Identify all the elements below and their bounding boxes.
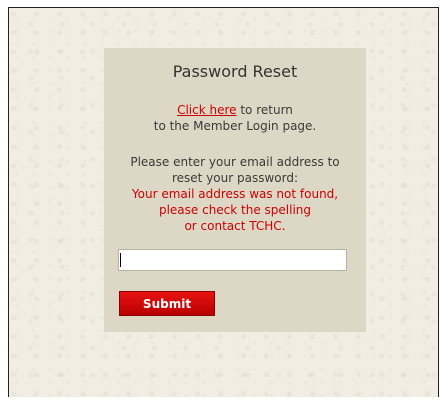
submit-button[interactable]: Submit bbox=[119, 291, 215, 316]
page-frame: Password Reset Click here to return to t… bbox=[8, 7, 439, 397]
return-to-login-link[interactable]: Click here bbox=[177, 103, 236, 117]
prompt-line1: Please enter your email address to bbox=[130, 155, 340, 169]
text-caret bbox=[120, 253, 121, 267]
page-title: Password Reset bbox=[172, 62, 298, 81]
error-line2: please check the spelling bbox=[158, 203, 312, 217]
return-line1-rest: to return bbox=[236, 103, 293, 117]
error-message: Your email address was not found, please… bbox=[104, 186, 366, 234]
email-input[interactable] bbox=[118, 249, 347, 271]
prompt-line2: reset your password: bbox=[171, 171, 299, 185]
error-line1: Your email address was not found, bbox=[131, 187, 339, 201]
return-line2: to the Member Login page. bbox=[153, 119, 317, 133]
password-reset-panel: Password Reset Click here to return to t… bbox=[104, 48, 366, 332]
error-line3: or contact TCHC. bbox=[184, 219, 286, 233]
return-to-login-text: Click here to return to the Member Login… bbox=[104, 102, 366, 134]
instructions-block: Please enter your email address to reset… bbox=[104, 154, 366, 234]
